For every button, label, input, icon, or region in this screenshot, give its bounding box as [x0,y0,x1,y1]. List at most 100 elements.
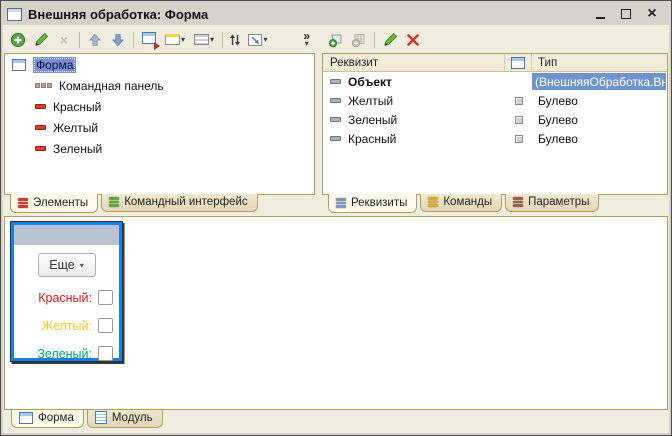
module-icon [95,411,107,424]
tab-elements[interactable]: Элементы [10,194,98,213]
attribute-name: Зеленый [348,113,397,127]
tab-command-interface[interactable]: Командный интерфейс [101,194,257,212]
add-column-button-disabled[interactable] [348,29,370,51]
tree-item-label: Желтый [53,121,98,135]
delete-button-disabled[interactable]: × [53,29,75,51]
type-cell[interactable]: Булево [532,94,578,108]
form-preview-area: Еще ▾ Красный: Желтый: Зеленый: [4,216,668,410]
panel-splitter[interactable] [317,26,320,215]
table-row-green[interactable]: Зеленый Булево [323,110,667,129]
tab-label: Реквизиты [351,197,407,209]
tab-module[interactable]: Модуль [87,409,163,428]
use-flag-box[interactable] [515,135,523,143]
table-row-red[interactable]: Красный Булево [323,129,667,148]
form-arrow-icon [142,31,156,49]
maximize-button[interactable] [619,7,633,21]
arrow-down-icon [110,32,126,48]
stack-icon [428,197,438,207]
tree-item-command-bar[interactable]: Командная панель [5,75,314,96]
checkbox-red[interactable] [98,290,113,305]
checkbox-yellow[interactable] [98,318,113,333]
minimize-icon [596,17,605,19]
tree-item-label: Командная панель [59,79,164,93]
window-form-icon [7,8,22,21]
elements-tab-strip: Элементы Командный интерфейс [4,195,315,215]
type-cell[interactable]: Булево [532,132,578,146]
toolbar-separator [222,32,223,48]
attribute-name: Желтый [348,94,393,108]
type-cell[interactable]: Булево [532,113,578,127]
window-content: × ▾ ▾ [3,25,669,433]
move-down-button[interactable] [107,29,129,51]
chevron-down-icon: ▾ [181,35,185,44]
stack-icon [109,197,119,207]
tab-label: Параметры [528,196,589,208]
delete-attribute-button[interactable] [402,29,424,51]
tab-label: Элементы [33,197,88,209]
bottom-tab-strip: Форма Модуль [3,410,669,433]
monitor-icon [165,34,180,45]
form-icon [511,57,525,69]
swap-order-button[interactable] [227,29,243,51]
more-button[interactable]: Еще ▾ [38,253,96,277]
column-header-type[interactable]: Тип [532,57,667,69]
tab-label: Форма [38,412,74,424]
close-button[interactable]: × [645,7,659,21]
toolbar-separator [374,32,375,48]
use-flag-box[interactable] [515,97,523,105]
tree-item-yellow[interactable]: Желтый [5,117,314,138]
move-up-button[interactable] [84,29,106,51]
use-flag-box[interactable] [515,116,523,124]
type-cell-selected[interactable]: (ВнешняяОбработка.Вн... [532,73,666,90]
tree-item-green[interactable]: Зеленый [5,138,314,159]
tab-commands[interactable]: Команды [420,194,502,212]
form-preview-box[interactable]: Еще ▾ Красный: Желтый: Зеленый: [10,221,123,362]
field-row-green: Зеленый: [20,346,113,361]
add-icon [10,32,26,48]
tab-parameters[interactable]: Параметры [505,194,599,212]
tree-item-red[interactable]: Красный [5,96,314,117]
gray-dash-icon [330,79,341,84]
tab-label: Команды [443,196,492,208]
tree-item-form[interactable]: Форма [5,54,314,75]
toolbar-separator [133,32,134,48]
resize-mode-button[interactable]: ▾ [244,29,272,51]
field-label: Красный: [20,291,92,305]
chevron-down-icon: ▾ [80,261,84,270]
add-attribute-button[interactable] [325,29,347,51]
edit-attribute-button[interactable] [379,29,401,51]
chevron-down-icon: ▾ [210,35,214,44]
red-dash-icon [35,104,46,109]
attributes-toolbar [322,26,668,53]
red-x-icon [405,32,421,48]
close-icon: × [647,9,656,19]
more-button-label: Еще [49,258,74,272]
more-commands-button[interactable]: » ▾ [303,32,310,48]
minimize-button[interactable] [593,7,607,21]
edit-button[interactable] [30,29,52,51]
checkbox-green[interactable] [98,346,113,361]
toolbar-separator [79,32,80,48]
form-icon [19,412,33,424]
tree-item-label: Зеленый [53,142,102,156]
form-preview-body: Еще ▾ Красный: Желтый: Зеленый: [14,245,119,361]
display-mode-button[interactable]: ▾ [161,29,189,51]
top-section: × ▾ ▾ [3,25,669,215]
tab-requisites[interactable]: Реквизиты [328,194,417,213]
layout-mode-button[interactable]: ▾ [190,29,218,51]
attributes-panel: Реквизит Тип Объект (ВнешняяОбработка.Вн… [322,26,668,215]
attributes-tab-strip: Реквизиты Команды Параметры [322,195,668,215]
table-row-yellow[interactable]: Желтый Булево [323,91,667,110]
field-row-yellow: Желтый: [20,318,113,333]
title-bar: Внешняя обработка: Форма × [3,3,669,25]
red-dash-icon [35,146,46,151]
elements-tree: Форма Командная панель Красный Желтый [4,53,315,195]
pencil-icon [33,32,49,48]
column-header-flag[interactable] [505,54,532,71]
table-row-object[interactable]: Объект (ВнешняяОбработка.Вн... [323,72,667,91]
add-button[interactable] [7,29,29,51]
column-header-requisite[interactable]: Реквизит [323,54,505,71]
gray-dash-icon [330,117,341,122]
tab-form[interactable]: Форма [11,409,84,428]
check-elements-button[interactable] [138,29,160,51]
